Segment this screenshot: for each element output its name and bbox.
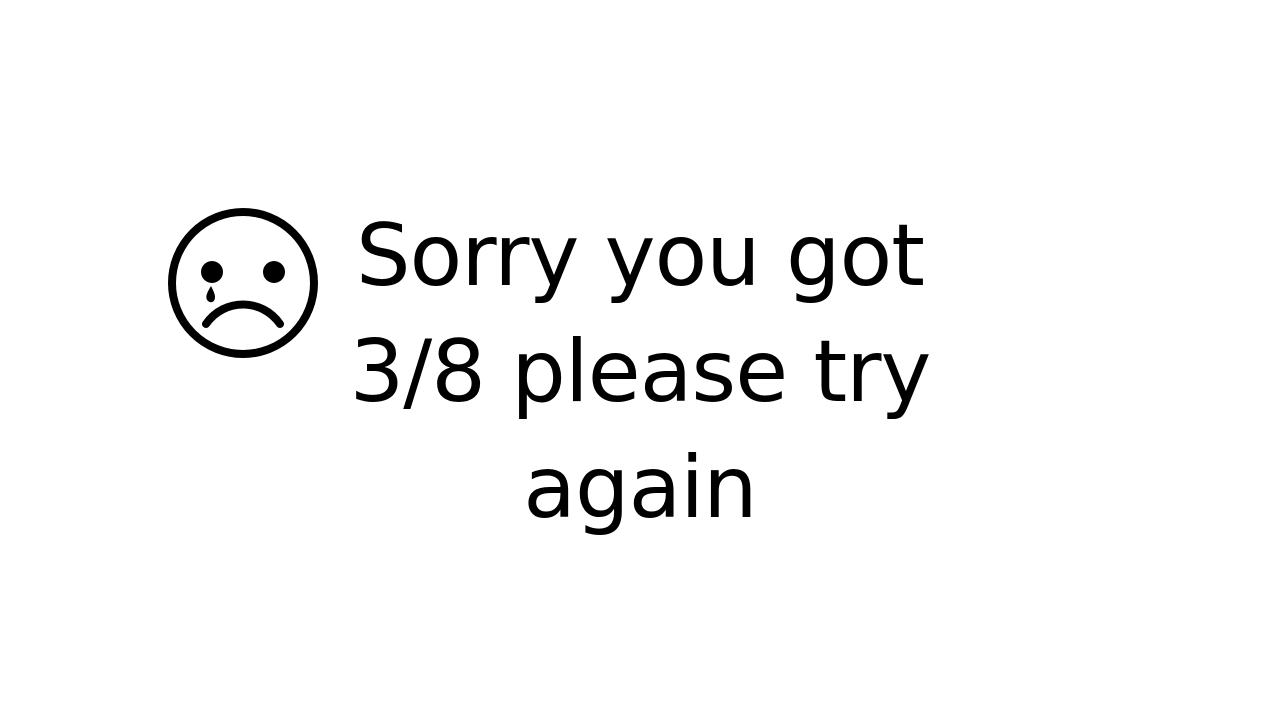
message-line-1: Sorry you got: [356, 206, 925, 306]
message-line-3: again: [523, 438, 757, 538]
message-line-2: 3/8 please try: [349, 322, 932, 422]
crying-sad-face-icon: [166, 206, 320, 360]
score-message: Sorry you got 3/8 please try again: [320, 198, 960, 546]
result-screen: Sorry you got 3/8 please try again: [0, 0, 1280, 720]
